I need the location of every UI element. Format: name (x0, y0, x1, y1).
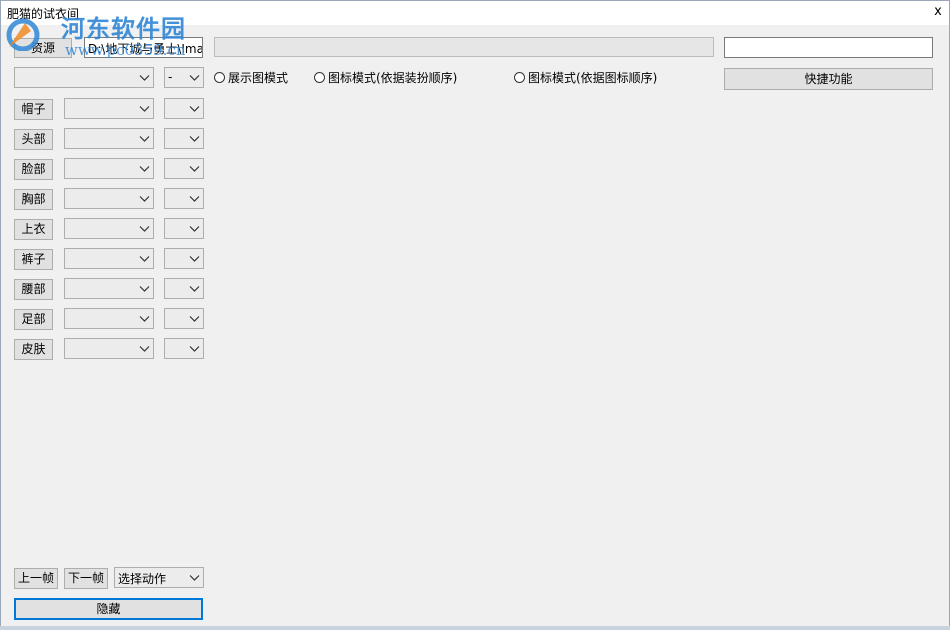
part-item-select[interactable] (64, 278, 154, 299)
next-frame-label: 下一帧 (67, 571, 104, 585)
part-variant-select[interactable] (164, 128, 204, 149)
hide-button-label: 隐藏 (96, 602, 121, 616)
chevron-down-icon (139, 166, 150, 172)
mode-radio-icon-by-icon[interactable]: 图标模式(依据图标顺序) (514, 69, 657, 86)
chevron-down-icon (139, 316, 150, 322)
chevron-down-icon (139, 75, 150, 81)
part-button-label: 头部 (21, 132, 46, 146)
resource-path-field[interactable]: D:\地下城与勇士\Imag (84, 37, 203, 58)
part-button-label: 裤子 (21, 252, 46, 266)
chevron-down-icon (189, 75, 200, 81)
mode-radio-label: 图标模式(依据图标顺序) (528, 71, 658, 85)
chevron-down-icon (189, 286, 200, 292)
chevron-down-icon (189, 166, 200, 172)
chevron-down-icon (189, 316, 200, 322)
action-select-value: 选择动作 (118, 572, 167, 586)
mode-radio-showcase[interactable]: 展示图模式 (214, 69, 288, 86)
title-bar[interactable]: 肥猫的试衣间 x (1, 1, 949, 25)
chevron-down-icon (189, 136, 200, 142)
part-button-label: 腰部 (21, 282, 46, 296)
radio-circle-icon (314, 72, 325, 83)
loading-progress-bar (214, 37, 714, 57)
chevron-down-icon (189, 256, 200, 262)
radio-circle-icon (214, 72, 225, 83)
chevron-down-icon (139, 106, 150, 112)
part-button-label: 胸部 (21, 192, 46, 206)
part-button[interactable]: 帽子 (14, 99, 53, 120)
part-button[interactable]: 脸部 (14, 159, 53, 180)
chevron-down-icon (139, 226, 150, 232)
part-button[interactable]: 腰部 (14, 279, 53, 300)
part-variant-select[interactable] (164, 158, 204, 179)
part-button-label: 帽子 (21, 102, 46, 116)
character-sub-select-value: - (168, 70, 173, 84)
part-item-select[interactable] (64, 128, 154, 149)
chevron-down-icon (139, 196, 150, 202)
radio-circle-icon (514, 72, 525, 83)
close-button[interactable]: x (927, 1, 949, 23)
shortcut-button[interactable]: 快捷功能 (724, 68, 933, 90)
part-button[interactable]: 胸部 (14, 189, 53, 210)
resource-button-label: 资源 (30, 41, 55, 55)
part-button[interactable]: 裤子 (14, 249, 53, 270)
part-item-select[interactable] (64, 98, 154, 119)
chevron-down-icon (189, 575, 200, 581)
part-variant-select[interactable] (164, 308, 204, 329)
part-button[interactable]: 皮肤 (14, 339, 53, 360)
part-variant-select[interactable] (164, 98, 204, 119)
part-item-select[interactable] (64, 338, 154, 359)
next-frame-button[interactable]: 下一帧 (64, 568, 108, 589)
chevron-down-icon (139, 346, 150, 352)
part-button[interactable]: 足部 (14, 309, 53, 330)
part-button-label: 脸部 (21, 162, 46, 176)
part-item-select[interactable] (64, 218, 154, 239)
chevron-down-icon (189, 196, 200, 202)
part-item-select[interactable] (64, 248, 154, 269)
chevron-down-icon (189, 346, 200, 352)
chevron-down-icon (139, 136, 150, 142)
chevron-down-icon (139, 286, 150, 292)
part-variant-select[interactable] (164, 278, 204, 299)
mode-radio-label: 图标模式(依据装扮顺序) (328, 71, 458, 85)
mode-radio-label: 展示图模式 (228, 71, 289, 85)
part-item-select[interactable] (64, 158, 154, 179)
prev-frame-button[interactable]: 上一帧 (14, 568, 58, 589)
character-select[interactable] (14, 67, 154, 88)
part-button-label: 上衣 (21, 222, 46, 236)
hide-button[interactable]: 隐藏 (14, 598, 203, 620)
part-button-label: 皮肤 (21, 342, 46, 356)
app-window: 肥猫的试衣间 x 资源 D:\地下城与勇士\Imag - 展示图模式 图标模式(… (0, 0, 950, 630)
part-item-select[interactable] (64, 308, 154, 329)
part-variant-select[interactable] (164, 218, 204, 239)
part-variant-select[interactable] (164, 188, 204, 209)
part-item-select[interactable] (64, 188, 154, 209)
character-sub-select[interactable]: - (164, 67, 204, 88)
part-variant-select[interactable] (164, 248, 204, 269)
background-strip (0, 626, 950, 630)
search-input[interactable] (724, 37, 933, 58)
window-title: 肥猫的试衣间 (7, 7, 80, 21)
resource-button[interactable]: 资源 (14, 38, 72, 58)
chevron-down-icon (189, 226, 200, 232)
chevron-down-icon (139, 256, 150, 262)
part-button[interactable]: 头部 (14, 129, 53, 150)
part-button[interactable]: 上衣 (14, 219, 53, 240)
part-button-label: 足部 (21, 312, 46, 326)
part-variant-select[interactable] (164, 338, 204, 359)
prev-frame-label: 上一帧 (17, 571, 54, 585)
mode-radio-icon-by-outfit[interactable]: 图标模式(依据装扮顺序) (314, 69, 457, 86)
shortcut-button-label: 快捷功能 (804, 72, 853, 86)
chevron-down-icon (189, 106, 200, 112)
action-select[interactable]: 选择动作 (114, 567, 204, 588)
